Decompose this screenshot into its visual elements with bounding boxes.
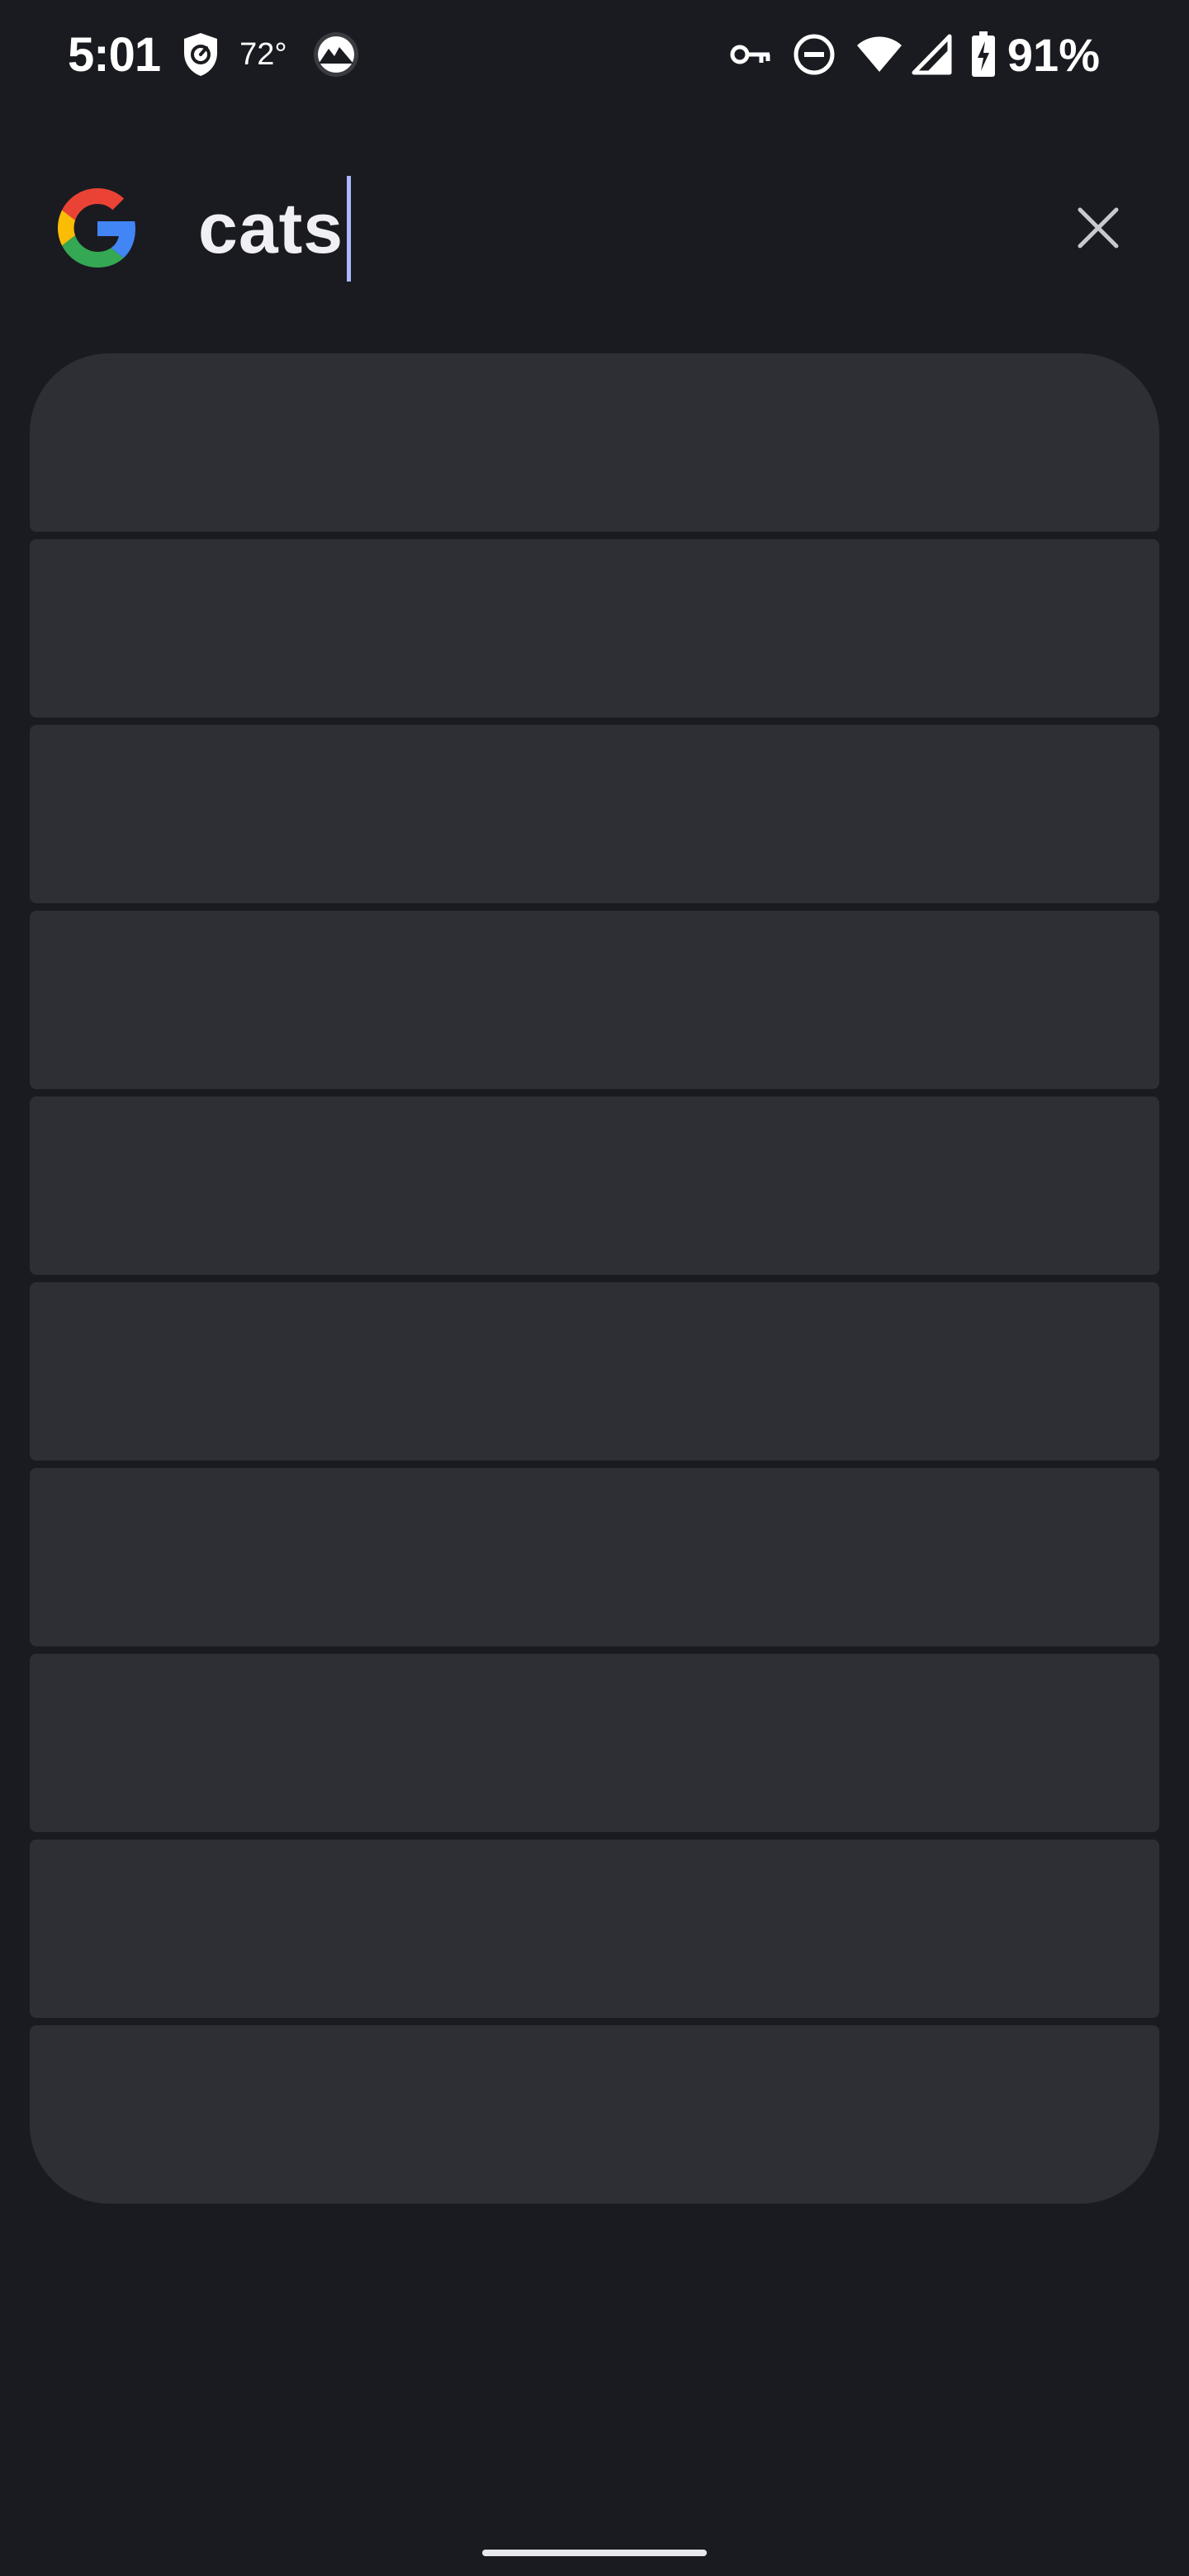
suggestion-item[interactable]: [30, 1282, 1159, 1461]
suggestion-item[interactable]: [30, 1468, 1159, 1646]
suggestion-item[interactable]: [30, 725, 1159, 903]
close-icon: [1077, 206, 1120, 249]
suggestion-item[interactable]: [30, 2025, 1159, 2204]
temperature: 72°: [239, 36, 287, 72]
search-bar: cats: [0, 165, 1189, 289]
suggestion-item[interactable]: [30, 353, 1159, 532]
shield-icon: [182, 31, 220, 78]
suggestion-item[interactable]: [30, 1654, 1159, 1832]
search-input[interactable]: cats: [198, 175, 1024, 282]
do-not-disturb-icon: [793, 33, 836, 76]
weather-icon: [312, 31, 360, 78]
text-cursor: [347, 176, 352, 282]
clear-search-button[interactable]: [1065, 195, 1131, 261]
status-left: 5:01 72°: [68, 23, 360, 86]
suggestion-item[interactable]: [30, 911, 1159, 1089]
suggestion-item[interactable]: [30, 539, 1159, 717]
wifi-icon: [855, 36, 903, 73]
battery-charging-icon: [971, 31, 996, 78]
status-bar: 5:01 72° 91%: [0, 0, 1189, 109]
search-query-text: cats: [198, 188, 344, 268]
vpn-key-icon: [730, 42, 773, 67]
suggestion-item[interactable]: [30, 1840, 1159, 2018]
battery-percentage: 91%: [1007, 28, 1100, 81]
cell-signal-icon: [912, 34, 953, 75]
google-logo-icon[interactable]: [58, 188, 137, 268]
clock: 5:01: [68, 27, 161, 82]
gesture-nav-handle[interactable]: [482, 2550, 707, 2556]
suggestion-list: [30, 353, 1159, 2204]
suggestion-item[interactable]: [30, 1096, 1159, 1275]
status-right: 91%: [730, 23, 1100, 86]
